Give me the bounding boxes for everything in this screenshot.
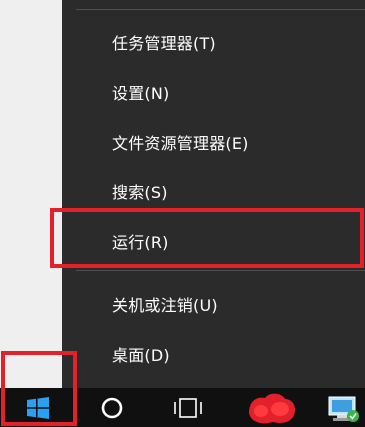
menu-separator bbox=[76, 9, 365, 10]
desktop-background bbox=[0, 0, 62, 388]
task-view-icon bbox=[172, 396, 204, 420]
menu-item-task-manager[interactable]: 任务管理器(T) bbox=[62, 20, 365, 64]
task-view-button[interactable] bbox=[164, 388, 212, 427]
menu-separator bbox=[76, 270, 365, 271]
red-app-icon bbox=[247, 391, 297, 425]
menu-item-label: 任务管理器(T) bbox=[112, 34, 216, 53]
menu-item-shutdown-signout[interactable]: 关机或注销(U) bbox=[62, 282, 365, 326]
run-highlight-box bbox=[50, 208, 364, 268]
cortana-button[interactable] bbox=[88, 388, 136, 427]
taskbar-app-button[interactable] bbox=[246, 388, 298, 427]
menu-item-label: 文件资源管理器(E) bbox=[112, 134, 249, 153]
menu-item-label: 设置(N) bbox=[112, 84, 170, 103]
start-button-highlight-box bbox=[1, 351, 77, 426]
menu-item-label: 搜索(S) bbox=[112, 183, 168, 202]
network-app-icon bbox=[323, 391, 363, 425]
menu-item-desktop[interactable]: 桌面(D) bbox=[62, 332, 365, 376]
menu-item-search[interactable]: 搜索(S) bbox=[62, 169, 365, 213]
cortana-circle-icon bbox=[100, 396, 124, 420]
menu-item-settings[interactable]: 设置(N) bbox=[62, 70, 365, 114]
menu-item-label: 关机或注销(U) bbox=[112, 296, 218, 315]
menu-item-label: 桌面(D) bbox=[112, 346, 170, 365]
start-context-menu: 任务管理器(T) 设置(N) 文件资源管理器(E) 搜索(S) 运行(R) 关机… bbox=[62, 0, 365, 390]
menu-item-file-explorer[interactable]: 文件资源管理器(E) bbox=[62, 120, 365, 164]
taskbar-network-app-button[interactable] bbox=[320, 388, 365, 427]
